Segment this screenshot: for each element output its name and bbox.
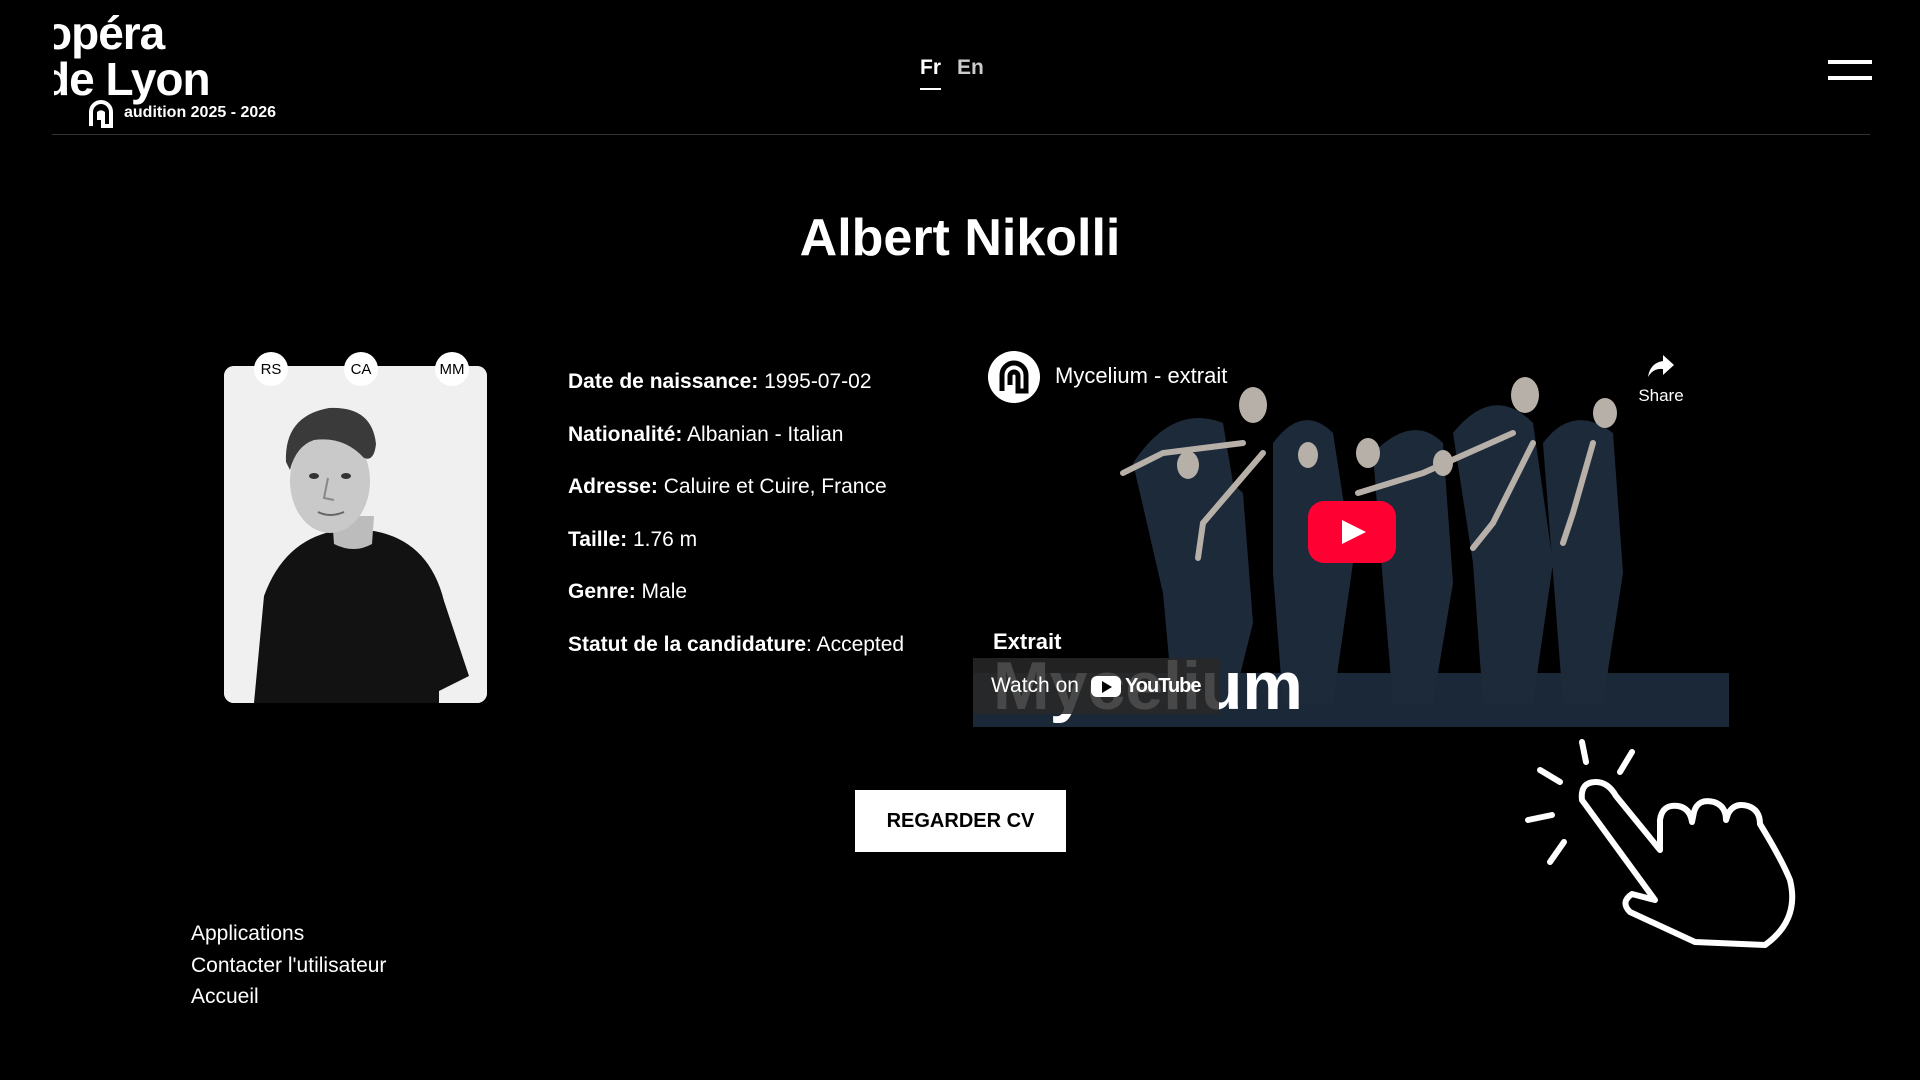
detail-birthdate: Date de naissance: 1995-07-02: [568, 368, 904, 421]
share-label: Share: [1638, 386, 1684, 405]
detail-address: Adresse: Caluire et Cuire, France: [568, 473, 904, 526]
channel-logo-icon[interactable]: [988, 351, 1040, 403]
detail-gender: Genre: Male: [568, 578, 904, 631]
pointing-hand-icon: [1525, 739, 1796, 948]
language-switcher: Fr En: [920, 56, 984, 90]
reviewer-badge-rs[interactable]: RS: [254, 352, 288, 386]
video-title[interactable]: Mycelium - extrait: [1055, 363, 1227, 389]
logo-line-2: de Lyon: [54, 53, 211, 105]
candidate-portrait: [224, 366, 487, 703]
view-cv-button[interactable]: REGARDER CV: [855, 790, 1066, 852]
detail-value: Albanian - Italian: [682, 422, 844, 446]
detail-value: 1.76 m: [627, 527, 698, 551]
footer-nav: Applications Contacter l'utilisateur Acc…: [191, 918, 386, 1013]
youtube-wordmark: YouTube: [1124, 674, 1202, 697]
watch-on-youtube-button[interactable]: Watch on YouTube: [973, 658, 1219, 714]
lang-en[interactable]: En: [957, 56, 984, 90]
detail-label: Nationalité:: [568, 422, 683, 446]
candidate-photo: [224, 366, 487, 703]
youtube-video-embed[interactable]: Mycelium - extrait Share Extrait Myceliu…: [973, 343, 1729, 727]
detail-value: Caluire et Cuire, France: [657, 475, 887, 498]
logo-subtitle: audition 2025 - 2026: [124, 104, 277, 121]
detail-label: Taille:: [568, 527, 628, 551]
youtube-logo-icon: YouTube: [1090, 674, 1202, 698]
logo-line-1: opéra: [54, 8, 165, 59]
page-title: Albert Nikolli: [799, 209, 1121, 267]
footer-link-applications[interactable]: Applications: [191, 918, 386, 950]
detail-value: Male: [635, 580, 688, 603]
play-button[interactable]: [1308, 501, 1396, 563]
opera-arch-icon: [89, 100, 113, 128]
watch-on-label: Watch on: [991, 674, 1079, 697]
hamburger-icon[interactable]: [1828, 58, 1872, 84]
header-divider: [52, 134, 1870, 135]
reviewer-badge-mm[interactable]: MM: [435, 352, 469, 386]
share-button[interactable]: Share: [1633, 353, 1689, 406]
detail-value: : Accepted: [806, 632, 905, 656]
detail-value: 1995-07-02: [758, 370, 872, 393]
detail-label: Genre:: [568, 580, 636, 603]
reviewer-badge-ca[interactable]: CA: [344, 352, 378, 386]
candidate-details: Date de naissance: 1995-07-02 Nationalit…: [568, 368, 904, 683]
detail-nationality: Nationalité: Albanian - Italian: [568, 421, 904, 474]
footer-link-contact-user[interactable]: Contacter l'utilisateur: [191, 950, 386, 982]
share-icon: [1648, 355, 1674, 377]
detail-application-status: Statut de la candidature: Accepted: [568, 631, 904, 684]
footer-link-home[interactable]: Accueil: [191, 981, 386, 1013]
detail-height: Taille: 1.76 m: [568, 526, 904, 579]
lang-fr[interactable]: Fr: [920, 56, 941, 90]
detail-label: Date de naissance:: [568, 370, 759, 393]
detail-label: Adresse:: [568, 475, 658, 498]
opera-lyon-logo[interactable]: opéra de Lyon audition 2025 - 2026: [54, 8, 294, 128]
detail-label: Statut de la candidature: [568, 632, 807, 656]
